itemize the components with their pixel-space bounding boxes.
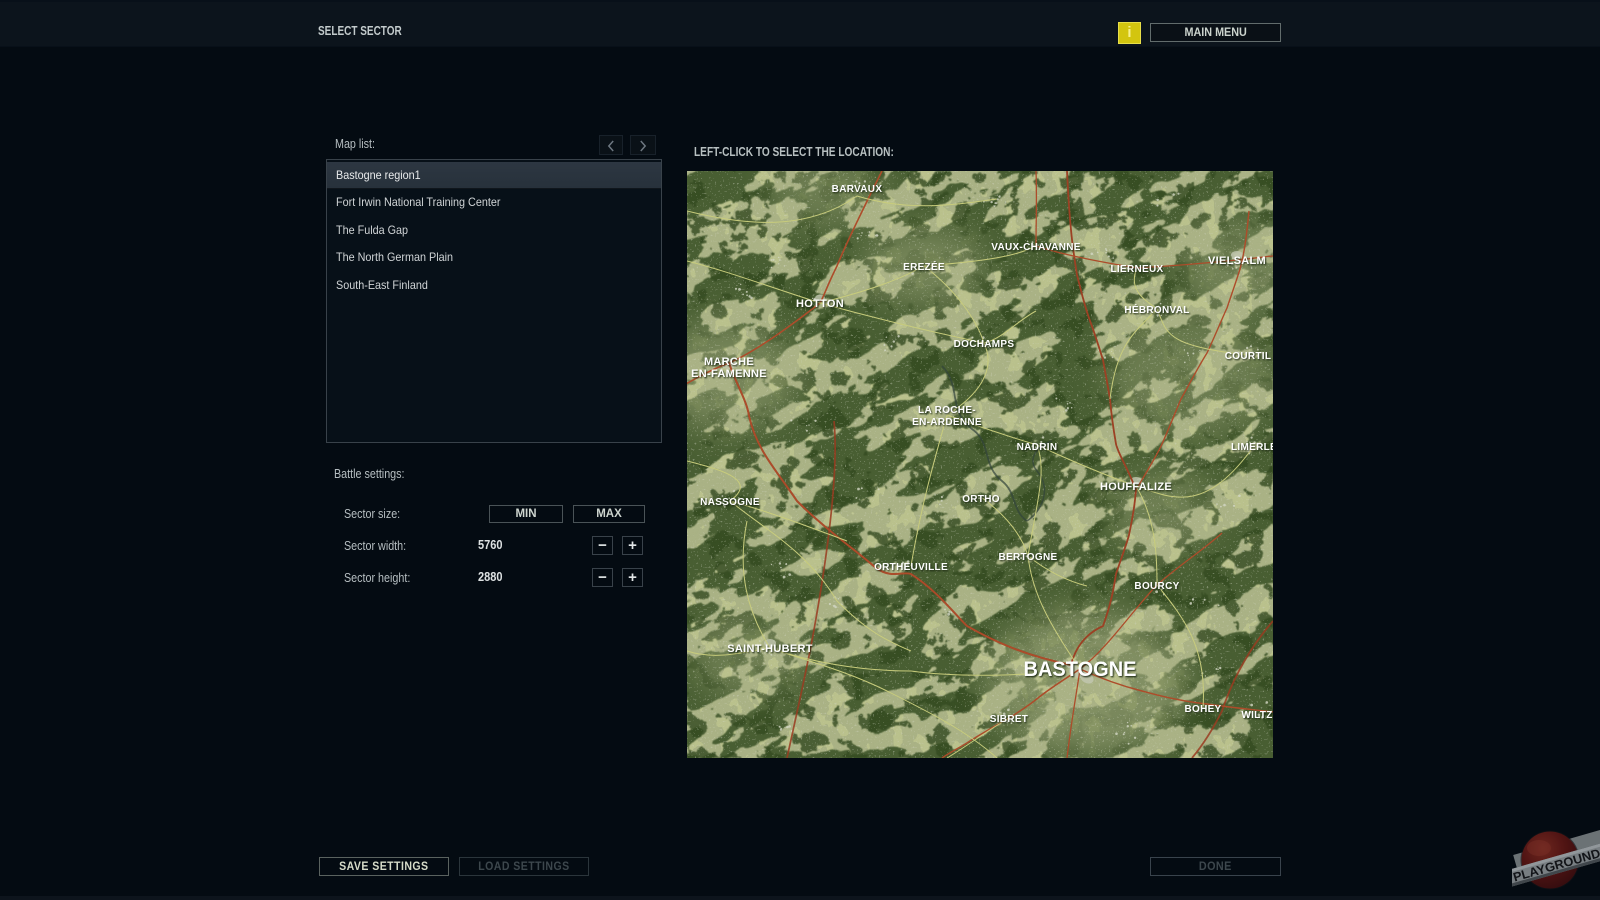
svg-text:NADRIN: NADRIN <box>1017 442 1058 453</box>
svg-text:HOUFFALIZE: HOUFFALIZE <box>1100 481 1172 493</box>
svg-text:WILTZ: WILTZ <box>1241 710 1272 721</box>
svg-text:HOTTON: HOTTON <box>796 298 844 310</box>
svg-text:BERTOGNE: BERTOGNE <box>999 552 1058 563</box>
svg-text:VIELSALM: VIELSALM <box>1208 255 1266 267</box>
svg-text:BASTOGNE: BASTOGNE <box>1024 658 1137 681</box>
svg-text:COURTIL: COURTIL <box>1225 351 1272 362</box>
svg-text:EN-ARDENNE: EN-ARDENNE <box>912 417 982 428</box>
svg-text:BARVAUX: BARVAUX <box>832 184 883 195</box>
svg-text:EREZÉE: EREZÉE <box>903 260 945 273</box>
svg-text:LIERNEUX: LIERNEUX <box>1111 264 1164 275</box>
svg-text:LIMERLÉ: LIMERLÉ <box>1231 440 1273 453</box>
svg-text:MARCHE: MARCHE <box>704 356 754 368</box>
svg-text:EN-FAMENNE: EN-FAMENNE <box>691 368 767 380</box>
svg-text:VAUX-CHAVANNE: VAUX-CHAVANNE <box>991 242 1080 253</box>
svg-text:ORTHEUVILLE: ORTHEUVILLE <box>874 562 948 573</box>
svg-text:NASSOGNE: NASSOGNE <box>700 497 760 508</box>
svg-text:ORTHO: ORTHO <box>962 494 1000 505</box>
svg-text:SAINT-HUBERT: SAINT-HUBERT <box>727 643 813 655</box>
svg-text:BOURCY: BOURCY <box>1134 581 1179 592</box>
svg-text:DOCHAMPS: DOCHAMPS <box>954 339 1015 350</box>
svg-text:LA ROCHE-: LA ROCHE- <box>918 405 976 416</box>
svg-text:SIBRET: SIBRET <box>990 714 1028 725</box>
svg-text:HÉBRONVAL: HÉBRONVAL <box>1124 303 1189 316</box>
svg-text:BOHEY: BOHEY <box>1184 704 1221 715</box>
